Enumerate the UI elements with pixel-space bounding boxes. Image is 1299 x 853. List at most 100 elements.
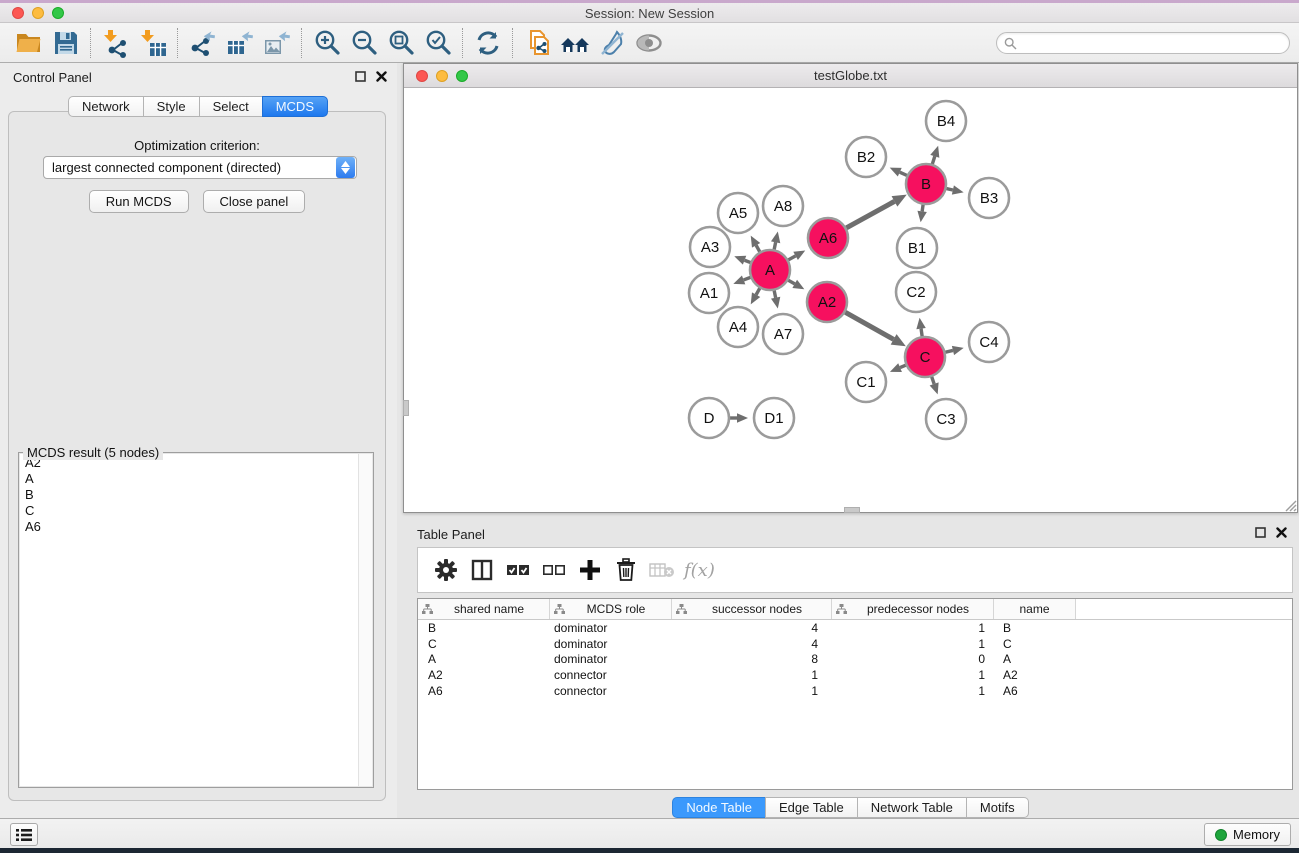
table-cell[interactable]: B [994,621,1076,635]
table-cell[interactable]: 1 [672,668,832,682]
apply-layout-icon[interactable] [469,26,506,60]
control-tab-select[interactable]: Select [199,96,263,117]
deselect-all-rows-icon[interactable] [536,552,572,588]
table-cell[interactable]: 4 [672,621,832,635]
table-cell[interactable]: 8 [672,652,832,666]
table-row[interactable]: Cdominator41C [418,636,1292,652]
table-row[interactable]: A6connector11A6 [418,683,1292,699]
close-panel-button[interactable]: Close panel [203,190,306,213]
graph-node-label-A4: A4 [729,319,747,336]
import-network-icon[interactable] [97,26,134,60]
table-cell[interactable]: A2 [994,668,1076,682]
zoom-selected-icon[interactable] [419,26,456,60]
first-neighbors-icon[interactable] [556,26,593,60]
zoom-out-icon[interactable] [345,26,382,60]
show-hide-eye-icon[interactable] [630,26,667,60]
table-cell[interactable]: A [418,652,550,666]
import-table-icon[interactable] [134,26,171,60]
mcds-result-item[interactable]: A [20,470,372,486]
close-panel-icon[interactable] [376,71,387,82]
control-tab-style[interactable]: Style [143,96,200,117]
network-canvas[interactable]: B4B2BB3A5A8A6A3B1AA1C2A2A4A7C4CC1C3DD1 [404,89,1297,512]
table-cell[interactable]: C [418,637,550,651]
duplicate-network-icon[interactable] [519,26,556,60]
resize-grip-icon[interactable] [1282,497,1297,512]
graph-node-label-C3: C3 [936,411,955,428]
float-panel-icon[interactable] [355,71,366,82]
toolbar-separator [301,28,302,58]
zoom-fit-icon[interactable] [382,26,419,60]
selected-criterion-value: largest connected component (directed) [44,160,336,175]
search-field[interactable] [996,32,1290,54]
column-type-icon [676,604,687,614]
delete-table-icon[interactable] [644,552,680,588]
table-cell[interactable]: 1 [832,684,994,698]
table-cell[interactable]: 1 [832,637,994,651]
column-header-label: predecessor nodes [847,602,989,616]
table-row[interactable]: Adominator80A [418,652,1292,668]
add-column-icon[interactable] [572,552,608,588]
table-cell[interactable]: dominator [550,621,672,635]
optimization-criterion-select[interactable]: largest connected component (directed) [43,156,357,179]
table-cell[interactable]: A6 [994,684,1076,698]
graph-arrowhead [952,185,964,194]
node-table[interactable]: shared nameMCDS rolesuccessor nodes prede… [417,598,1293,790]
table-cell[interactable]: C [994,637,1076,651]
table-cell[interactable]: 4 [672,637,832,651]
function-builder-icon[interactable]: f(x) [684,560,715,581]
show-columns-icon[interactable] [464,552,500,588]
table-cell[interactable]: A [994,652,1076,666]
mcds-result-item[interactable]: C [20,502,372,518]
table-cell[interactable]: dominator [550,652,672,666]
table-tab-node-table[interactable]: Node Table [672,797,766,818]
table-cell[interactable]: dominator [550,637,672,651]
open-file-icon[interactable] [10,26,47,60]
search-input[interactable] [1021,36,1289,50]
task-history-button[interactable] [10,823,38,846]
column-header-MCDS-role[interactable]: MCDS role [550,599,672,619]
table-cell[interactable]: 1 [832,621,994,635]
status-bar: Memory [0,818,1299,848]
table-cell[interactable]: A6 [418,684,550,698]
optimization-criterion-label: Optimization criterion: [9,138,385,153]
select-all-rows-icon[interactable] [500,552,536,588]
mcds-result-list[interactable]: A2ABCA6 [20,454,372,786]
mcds-result-item[interactable]: B [20,486,372,502]
table-tab-edge-table[interactable]: Edge Table [765,797,858,818]
table-row[interactable]: Bdominator41B [418,620,1292,636]
table-row[interactable]: A2connector11A2 [418,667,1292,683]
control-tab-network[interactable]: Network [68,96,144,117]
column-header-shared-name[interactable]: shared name [418,599,550,619]
table-cell[interactable]: B [418,621,550,635]
canvas-splitter-handle-bottom[interactable] [844,507,860,513]
table-cell[interactable]: 1 [672,684,832,698]
table-cell[interactable]: 1 [832,668,994,682]
table-tab-network-table[interactable]: Network Table [857,797,967,818]
table-cell[interactable]: 0 [832,652,994,666]
run-mcds-button[interactable]: Run MCDS [89,190,189,213]
memory-button[interactable]: Memory [1204,823,1291,846]
table-cell[interactable]: connector [550,684,672,698]
graph-edge-A2-C[interactable] [843,311,894,340]
save-session-icon[interactable] [47,26,84,60]
column-header-successor-nodes[interactable]: successor nodes [672,599,832,619]
zoom-in-icon[interactable] [308,26,345,60]
result-list-scrollbar[interactable] [358,454,372,786]
close-table-panel-icon[interactable] [1276,527,1287,538]
table-cell[interactable]: A2 [418,668,550,682]
export-network-icon[interactable] [184,26,221,60]
control-tab-mcds[interactable]: MCDS [262,96,328,117]
export-table-icon[interactable] [221,26,258,60]
mcds-result-item[interactable]: A6 [20,518,372,534]
canvas-splitter-handle-left[interactable] [403,400,409,416]
float-table-panel-icon[interactable] [1255,527,1266,538]
table-cell[interactable]: connector [550,668,672,682]
table-tab-motifs[interactable]: Motifs [966,797,1029,818]
column-header-name[interactable]: name [994,599,1076,619]
column-header-predecessor-nodes[interactable]: predecessor nodes [832,599,994,619]
table-settings-gear-icon[interactable] [428,552,464,588]
style-brush-icon[interactable] [593,26,630,60]
export-image-icon[interactable] [258,26,295,60]
graph-edge-A6-B[interactable] [844,201,895,229]
delete-column-trash-icon[interactable] [608,552,644,588]
